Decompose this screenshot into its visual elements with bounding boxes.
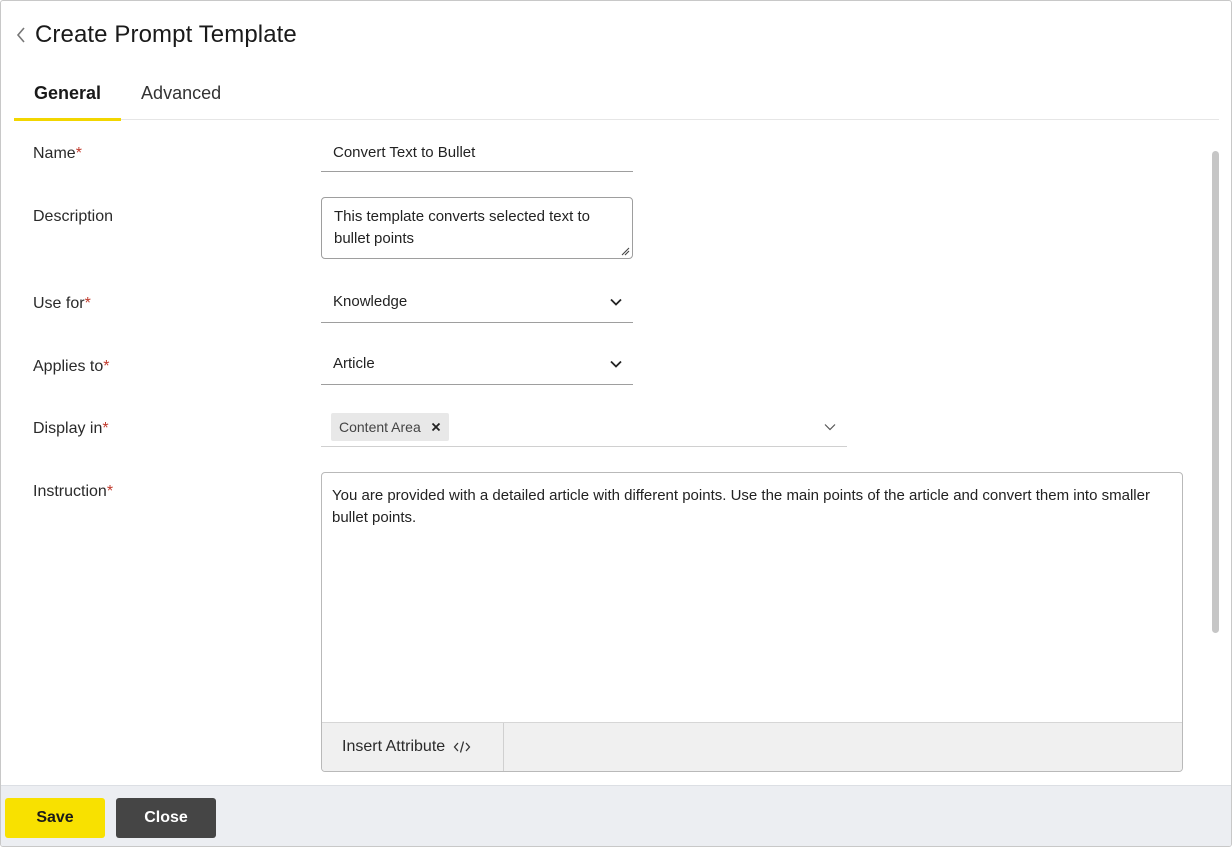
required-mark: * <box>75 145 82 162</box>
scrollbar-thumb[interactable] <box>1212 151 1219 633</box>
display-in-label-text: Display in <box>33 420 103 437</box>
instruction-textarea[interactable]: You are provided with a detailed article… <box>322 473 1182 723</box>
insert-attribute-label: Insert Attribute <box>342 738 446 755</box>
chevron-left-icon <box>16 27 25 43</box>
instruction-label: Instruction* <box>33 483 113 501</box>
name-label-text: Name <box>33 145 76 162</box>
tab-general[interactable]: General <box>14 73 122 121</box>
page-title: Create Prompt Template <box>35 21 297 48</box>
general-form: Name* Convert Text to Bullet Description… <box>1 121 1211 783</box>
display-in-label: Display in* <box>33 420 109 438</box>
required-mark: * <box>84 295 91 312</box>
chevron-down-icon[interactable] <box>823 420 837 434</box>
applies-to-label-text: Applies to <box>33 358 104 375</box>
name-label: Name* <box>33 145 82 163</box>
save-button[interactable]: Save <box>5 798 105 838</box>
description-text: This template converts selected text to … <box>334 208 590 247</box>
chevron-down-icon <box>610 298 622 306</box>
chip-label: Content Area <box>339 418 421 435</box>
applies-to-label: Applies to* <box>33 358 110 376</box>
required-mark: * <box>103 358 110 375</box>
instruction-label-text: Instruction <box>33 483 107 500</box>
insert-attribute-button[interactable]: Insert Attribute <box>322 723 504 771</box>
footer-bar: Save Close <box>1 785 1231 846</box>
display-in-chip: Content Area <box>331 412 449 441</box>
use-for-value: Knowledge <box>333 293 408 310</box>
use-for-label-text: Use for <box>33 295 85 312</box>
name-input[interactable]: Convert Text to Bullet <box>321 141 633 172</box>
remove-chip-icon[interactable] <box>431 422 441 432</box>
applies-to-select[interactable]: Article <box>321 343 633 385</box>
code-icon <box>453 741 471 753</box>
description-textarea[interactable]: This template converts selected text to … <box>321 197 633 259</box>
applies-to-value: Article <box>333 355 375 372</box>
vertical-scrollbar[interactable] <box>1211 143 1221 773</box>
resize-grip-icon[interactable] <box>620 246 630 256</box>
tab-advanced[interactable]: Advanced <box>121 73 241 120</box>
description-label: Description <box>33 208 114 225</box>
display-in-multiselect[interactable]: Content Area <box>321 407 847 447</box>
required-mark: * <box>102 420 109 437</box>
use-for-label: Use for* <box>33 295 91 313</box>
instruction-editor: You are provided with a detailed article… <box>321 472 1183 772</box>
use-for-select[interactable]: Knowledge <box>321 281 633 323</box>
close-button[interactable]: Close <box>116 798 216 838</box>
back-button[interactable] <box>13 23 29 47</box>
page-header: Create Prompt Template <box>13 19 297 51</box>
tab-bar: General Advanced <box>14 73 1219 121</box>
instruction-toolbar: Insert Attribute <box>322 722 1182 771</box>
dialog-frame: Create Prompt Template General Advanced … <box>0 0 1232 847</box>
required-mark: * <box>106 483 114 500</box>
chevron-down-icon <box>610 360 622 368</box>
